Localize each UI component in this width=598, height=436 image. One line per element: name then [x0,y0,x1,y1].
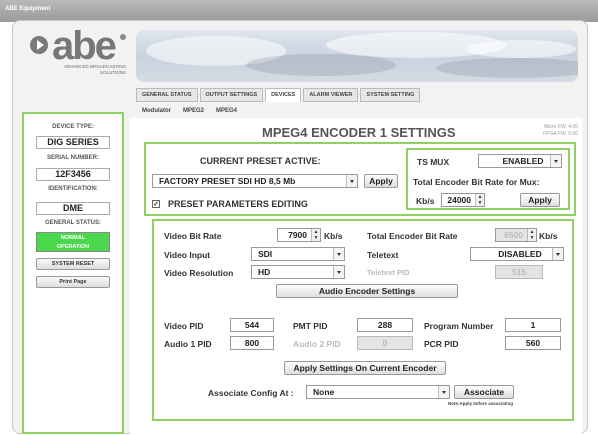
preset-editing-row: ✓ PRESET PARAMETERS EDITING [152,199,308,209]
audio2-pid-field: 0 [357,336,413,350]
ts-rate-stepper[interactable]: 24000 ▲ ▼ [441,193,485,207]
preset-editing-label: PRESET PARAMETERS EDITING [168,199,308,209]
identification-value: DME [36,202,110,215]
chevron-down-icon [333,248,344,260]
tab-output-settings[interactable]: OUTPUT SETTINGS [199,88,264,102]
total-bitrate-label: Total Encoder Bit Rate [367,231,458,241]
pmt-pid-label: PMT PID [293,321,328,331]
identification-label: IDENTIFICATION: [48,186,98,192]
associate-config-value: None [313,387,335,397]
main-tabs: GENERAL STATUS OUTPUT SETTINGS DEVICES A… [136,88,421,102]
associate-button[interactable]: Associate [454,385,514,399]
video-input-value: SDI [258,249,273,259]
audio1-pid-label: Audio 1 PID [164,339,212,349]
general-status-label: GENERAL STATUS: [44,220,101,226]
total-bitrate-stepper: 8500 ▲ ▼ [495,228,537,242]
fpga-fw: FPGA FW: 5.00 [543,131,578,137]
tab-system-setting[interactable]: SYSTEM SETTING [360,88,421,102]
tab-general-status[interactable]: GENERAL STATUS [136,88,198,102]
pcr-pid-label: PCR PID [424,339,459,349]
micro-fw: Micro FW: 4.00 [544,124,578,130]
ts-rate-value: 24000 [447,195,471,205]
audio-encoder-settings-button[interactable]: Audio Encoder Settings [276,284,458,298]
chevron-down-icon [550,155,561,167]
ts-apply-button[interactable]: Apply [520,193,560,207]
status-line-2: OPERATION [56,244,90,250]
video-bitrate-unit: Kb/s [324,231,343,241]
logo-word: abe [52,24,117,68]
video-bitrate-value: 7900 [288,230,307,240]
header-banner [136,30,578,82]
video-bitrate-label: Video Bit Rate [164,231,222,241]
device-info-panel: DEVICE TYPE: DIG SERIES SERIAL NUMBER: 1… [22,112,124,434]
chevron-down-icon [333,266,344,278]
teletext-pid-field: 515 [495,265,543,279]
print-page-button[interactable]: Print Page [36,276,110,288]
serial-number-value: 12F3456 [36,168,110,181]
play-icon [30,36,48,54]
preset-select[interactable]: FACTORY PRESET SDI HD 8,5 Mb [152,174,358,188]
device-type-label: DEVICE TYPE: [52,124,94,130]
logo-dot-icon [120,34,126,40]
teletext-value: DISABLED [498,249,542,259]
chevron-down-icon [552,248,563,260]
window-title: ABE Equipment [5,6,51,12]
teletext-label: Teletext [367,250,399,260]
program-number-label: Program Number [424,321,494,331]
stepper-arrows-icon[interactable]: ▲ ▼ [475,194,484,206]
ts-mux-select[interactable]: ENABLED [478,154,562,168]
logo-tagline: ADVANCED BROADCASTING SOLUTIONS [64,64,126,75]
ts-mux-select-value: ENABLED [502,156,544,166]
subtab-mpeg2[interactable]: MPEG2 [183,108,204,114]
status-badge: NORMAL OPERATION [36,232,110,252]
status-line-1: NORMAL [60,235,86,241]
window-titlebar: ABE Equipment [0,0,598,22]
subtab-modulator[interactable]: Modulator [142,108,171,114]
apply-settings-button[interactable]: Apply Settings On Current Encoder [284,361,446,375]
current-preset-label: CURRENT PRESET ACTIVE: [200,156,321,166]
video-resolution-value: HD [258,267,271,277]
video-resolution-select[interactable]: HD [251,265,345,279]
associate-config-select[interactable]: None [306,385,450,399]
subtab-mpeg4[interactable]: MPEG4 [216,108,237,114]
firmware-info: Micro FW: 4.00 FPGA FW: 5.00 [522,124,578,138]
device-type-value: DIG SERIES [36,136,110,149]
associate-note: Note:Apply before associating [448,401,514,406]
total-bitrate-unit: Kb/s [539,231,558,241]
associate-config-label: Associate Config At : [208,388,294,398]
video-input-label: Video Input [164,250,211,260]
ts-mux-label: TS MUX [417,157,450,167]
ts-rate-label: Total Encoder Bit Rate for Mux: [413,177,540,187]
teletext-pid-label: Teletext PID [367,268,410,277]
video-pid-field[interactable]: 544 [230,318,274,332]
chevron-down-icon [438,386,449,398]
stepper-arrows-icon: ▲ ▼ [527,229,536,241]
video-resolution-label: Video Resolution [164,268,234,278]
total-bitrate-value: 8500 [504,230,523,240]
audio2-pid-label: Audio 2 PID [293,339,341,349]
video-bitrate-stepper[interactable]: 7900 ▲ ▼ [277,228,321,242]
system-reset-button[interactable]: SYSTEM RESET [36,258,110,270]
pmt-pid-field[interactable]: 288 [357,318,413,332]
abe-logo: abe ADVANCED BROADCASTING SOLUTIONS [30,24,126,96]
page-title: MPEG4 ENCODER 1 SETTINGS [262,125,456,140]
serial-number-label: SERIAL NUMBER: [47,155,99,161]
device-subtabs: Modulator MPEG2 MPEG4 [142,108,237,114]
video-input-select[interactable]: SDI [251,247,345,261]
video-pid-label: Video PID [164,321,204,331]
audio1-pid-field[interactable]: 800 [230,336,274,350]
stepper-arrows-icon[interactable]: ▲ ▼ [311,229,320,241]
teletext-select[interactable]: DISABLED [470,247,564,261]
chevron-down-icon [346,175,357,187]
program-number-field[interactable]: 1 [505,318,561,332]
pcr-pid-field[interactable]: 560 [505,336,561,350]
preset-apply-button[interactable]: Apply [364,174,398,188]
preset-select-value: FACTORY PRESET SDI HD 8,5 Mb [159,176,296,186]
tab-alarm-viewer[interactable]: ALARM VIEWER [303,88,359,102]
tab-devices[interactable]: DEVICES [265,88,302,102]
ts-kbs-label: Kb/s [416,196,435,206]
preset-editing-checkbox[interactable]: ✓ [152,200,160,208]
